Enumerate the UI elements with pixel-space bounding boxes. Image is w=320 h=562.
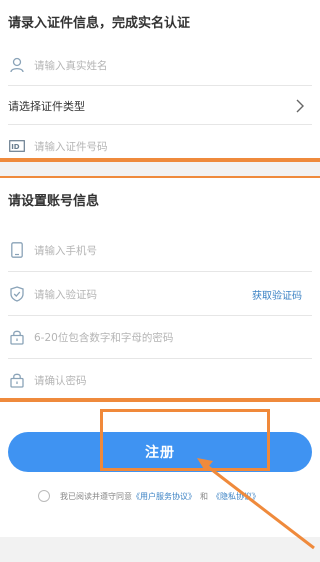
confirm-password-field[interactable]: 请确认密码	[8, 360, 312, 400]
code-field[interactable]: 请输入验证码 获取验证码	[8, 274, 312, 314]
phone-field[interactable]: 请输入手机号	[8, 230, 312, 270]
lock-icon	[8, 371, 26, 389]
name-input[interactable]: 请输入真实姓名	[34, 58, 108, 73]
phone-input[interactable]: 请输入手机号	[34, 243, 97, 258]
account-info-section: 请设置账号信息 请输入手机号 请输入验证码 获取验证码 6-20位包含数字和字母…	[0, 178, 320, 399]
id-number-input[interactable]: 请输入证件号码	[34, 139, 108, 154]
agree-checkbox[interactable]	[38, 490, 50, 502]
code-input[interactable]: 请输入验证码	[34, 287, 97, 302]
id-type-select[interactable]: 请选择证件类型	[8, 86, 312, 126]
lock-icon	[8, 328, 26, 346]
password-input[interactable]: 6-20位包含数字和字母的密码	[34, 330, 173, 345]
svg-text:ID: ID	[11, 143, 20, 151]
bottom-bar	[0, 537, 320, 562]
confirm-password-input[interactable]: 请确认密码	[34, 373, 87, 388]
privacy-agreement-link[interactable]: 《隐私协议》	[212, 491, 260, 502]
register-button[interactable]: 注册	[8, 432, 312, 472]
person-icon	[8, 56, 26, 74]
get-code-button[interactable]: 获取验证码	[252, 287, 302, 302]
account-section-title: 请设置账号信息	[8, 194, 100, 209]
divider	[8, 358, 312, 359]
id-section-title: 请录入证件信息，完成实名认证	[8, 16, 191, 31]
divider	[8, 124, 312, 125]
agreement-and: 和	[200, 491, 208, 501]
password-field[interactable]: 6-20位包含数字和字母的密码	[8, 317, 312, 357]
agreement-prefix: 我已阅读并遵守同意	[60, 491, 132, 501]
highlight-line	[0, 398, 320, 402]
id-type-label: 请选择证件类型	[8, 100, 85, 113]
phone-icon	[8, 241, 26, 259]
id-info-section: 请录入证件信息，完成实名认证 请输入真实姓名 请选择证件类型 ID 请输入证件号…	[0, 0, 320, 160]
divider	[8, 315, 312, 316]
agreement-row: 我已阅读并遵守同意 《用户服务协议》 和 《隐私协议》	[38, 489, 260, 503]
divider	[8, 271, 312, 272]
highlight-line	[0, 158, 320, 162]
chevron-right-icon	[296, 99, 304, 113]
id-card-icon: ID	[8, 137, 26, 155]
user-agreement-link[interactable]: 《用户服务协议》	[132, 491, 196, 502]
shield-icon	[8, 285, 26, 303]
name-field[interactable]: 请输入真实姓名	[8, 45, 312, 85]
